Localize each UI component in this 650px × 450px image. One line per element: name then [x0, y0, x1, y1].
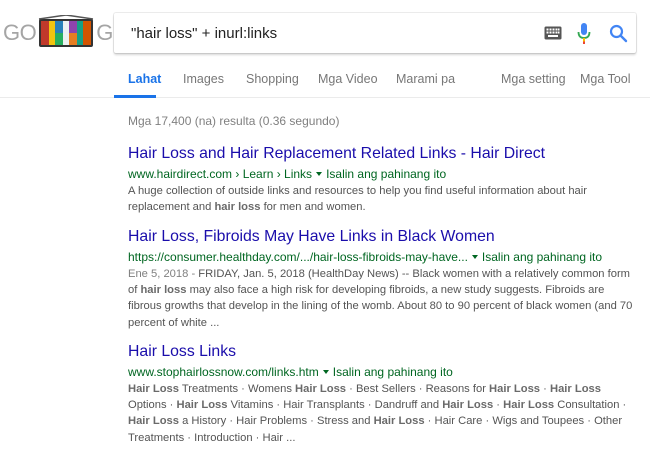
highlighted-term: Hair Loss: [128, 383, 179, 395]
result-url-line: https://consumer.healthday.com/.../hair-…: [128, 249, 640, 265]
result-stats: Mga 17,400 (na) resulta (0.36 segundo): [128, 114, 340, 128]
result-url-line: www.stophairlossnow.com/links.htm Isalin …: [128, 364, 640, 380]
snippet-text: Consultation ·: [554, 399, 627, 412]
highlighted-term: Hair Loss: [442, 399, 494, 412]
google-doodle-logo[interactable]: GO GLE: [3, 13, 139, 53]
logo-text-left: GO: [3, 20, 37, 45]
result-date: Ene 5, 2018 -: [128, 268, 199, 280]
translate-link[interactable]: Isalin ang pahinang ito: [482, 250, 602, 264]
translate-link[interactable]: Isalin ang pahinang ito: [326, 167, 446, 181]
tab-more[interactable]: Marami pa: [396, 72, 455, 86]
microphone-icon[interactable]: [577, 23, 591, 44]
highlighted-term: Hair Loss: [128, 415, 179, 428]
highlighted-term: Hair Loss: [295, 383, 347, 395]
tab-shopping[interactable]: Shopping: [246, 72, 299, 86]
translate-link[interactable]: Isalin ang pahinang ito: [333, 365, 453, 379]
result-title-link[interactable]: Hair Loss, Fibroids May Have Links in Bl…: [128, 227, 640, 247]
tab-tools[interactable]: Mga Tool: [580, 72, 631, 86]
search-input[interactable]: [131, 14, 531, 52]
snippet-text: a History · Hair Problems · Stress and: [178, 415, 374, 428]
highlighted-term: Hair Loss: [176, 399, 228, 412]
result-url-line: www.hairdirect.com › Learn › Links Isalin…: [128, 166, 640, 182]
snippet-text: for men and women.: [260, 201, 366, 214]
dropdown-caret-icon[interactable]: [316, 171, 323, 176]
doodle-image: [37, 14, 95, 51]
snippet-text: ·: [493, 399, 504, 412]
highlighted-term: Hair Loss: [503, 399, 555, 412]
dropdown-caret-icon[interactable]: [322, 369, 329, 374]
snippet-text: ·: [540, 383, 550, 395]
highlighted-term: Hair Loss: [549, 383, 601, 395]
magnifier-icon[interactable]: [609, 24, 628, 43]
dropdown-caret-icon[interactable]: [471, 254, 478, 259]
tab-videos[interactable]: Mga Video: [318, 72, 378, 86]
tab-all[interactable]: Lahat: [128, 72, 161, 86]
result-url: www.hairdirect.com › Learn › Links: [128, 167, 313, 181]
search-box: [114, 13, 636, 53]
result-snippet: Hair Loss Treatments · Womens Hair Loss …: [128, 381, 640, 446]
header: GO GLE: [0, 0, 650, 98]
result-title-link[interactable]: Hair Loss Links: [128, 342, 640, 362]
snippet-text: · Best Sellers · Reasons for: [346, 383, 490, 395]
highlighted-term: Hair Loss: [489, 383, 541, 395]
snippet-text: Treatments · Womens: [178, 383, 296, 395]
search-result: Hair Loss Links www.stophairlossnow.com/…: [128, 342, 640, 446]
highlighted-term: hair loss: [214, 201, 261, 214]
tab-settings[interactable]: Mga setting: [501, 72, 566, 86]
search-result: Hair Loss and Hair Replacement Related L…: [128, 144, 640, 215]
highlighted-term: Hair Loss: [373, 415, 425, 428]
tab-images[interactable]: Images: [183, 72, 224, 86]
search-result: Hair Loss, Fibroids May Have Links in Bl…: [128, 227, 640, 331]
result-snippet: Ene 5, 2018 - FRIDAY, Jan. 5, 2018 (Heal…: [128, 266, 640, 331]
result-title-link[interactable]: Hair Loss and Hair Replacement Related L…: [128, 144, 640, 164]
result-snippet: A huge collection of outside links and r…: [128, 183, 640, 215]
snippet-text: Vitamins · Hair Transplants · Dandruff a…: [227, 399, 443, 412]
highlighted-term: hair loss: [140, 284, 187, 297]
snippet-text: Options ·: [128, 399, 177, 412]
result-url: https://consumer.healthday.com/.../hair-…: [128, 250, 468, 264]
snippet-text: may also face a high risk for developing…: [128, 284, 633, 329]
result-url: www.stophairlossnow.com/links.htm: [128, 365, 319, 379]
search-tabs: Lahat Images Shopping Mga Video Marami p…: [0, 64, 650, 98]
snippet-body: FRIDAY, Jan. 5, 2018 (HealthDay News) --…: [128, 268, 632, 329]
active-tab-indicator: [114, 95, 156, 98]
search-results-page: GO GLE: [0, 0, 650, 450]
keyboard-icon[interactable]: [544, 26, 562, 40]
